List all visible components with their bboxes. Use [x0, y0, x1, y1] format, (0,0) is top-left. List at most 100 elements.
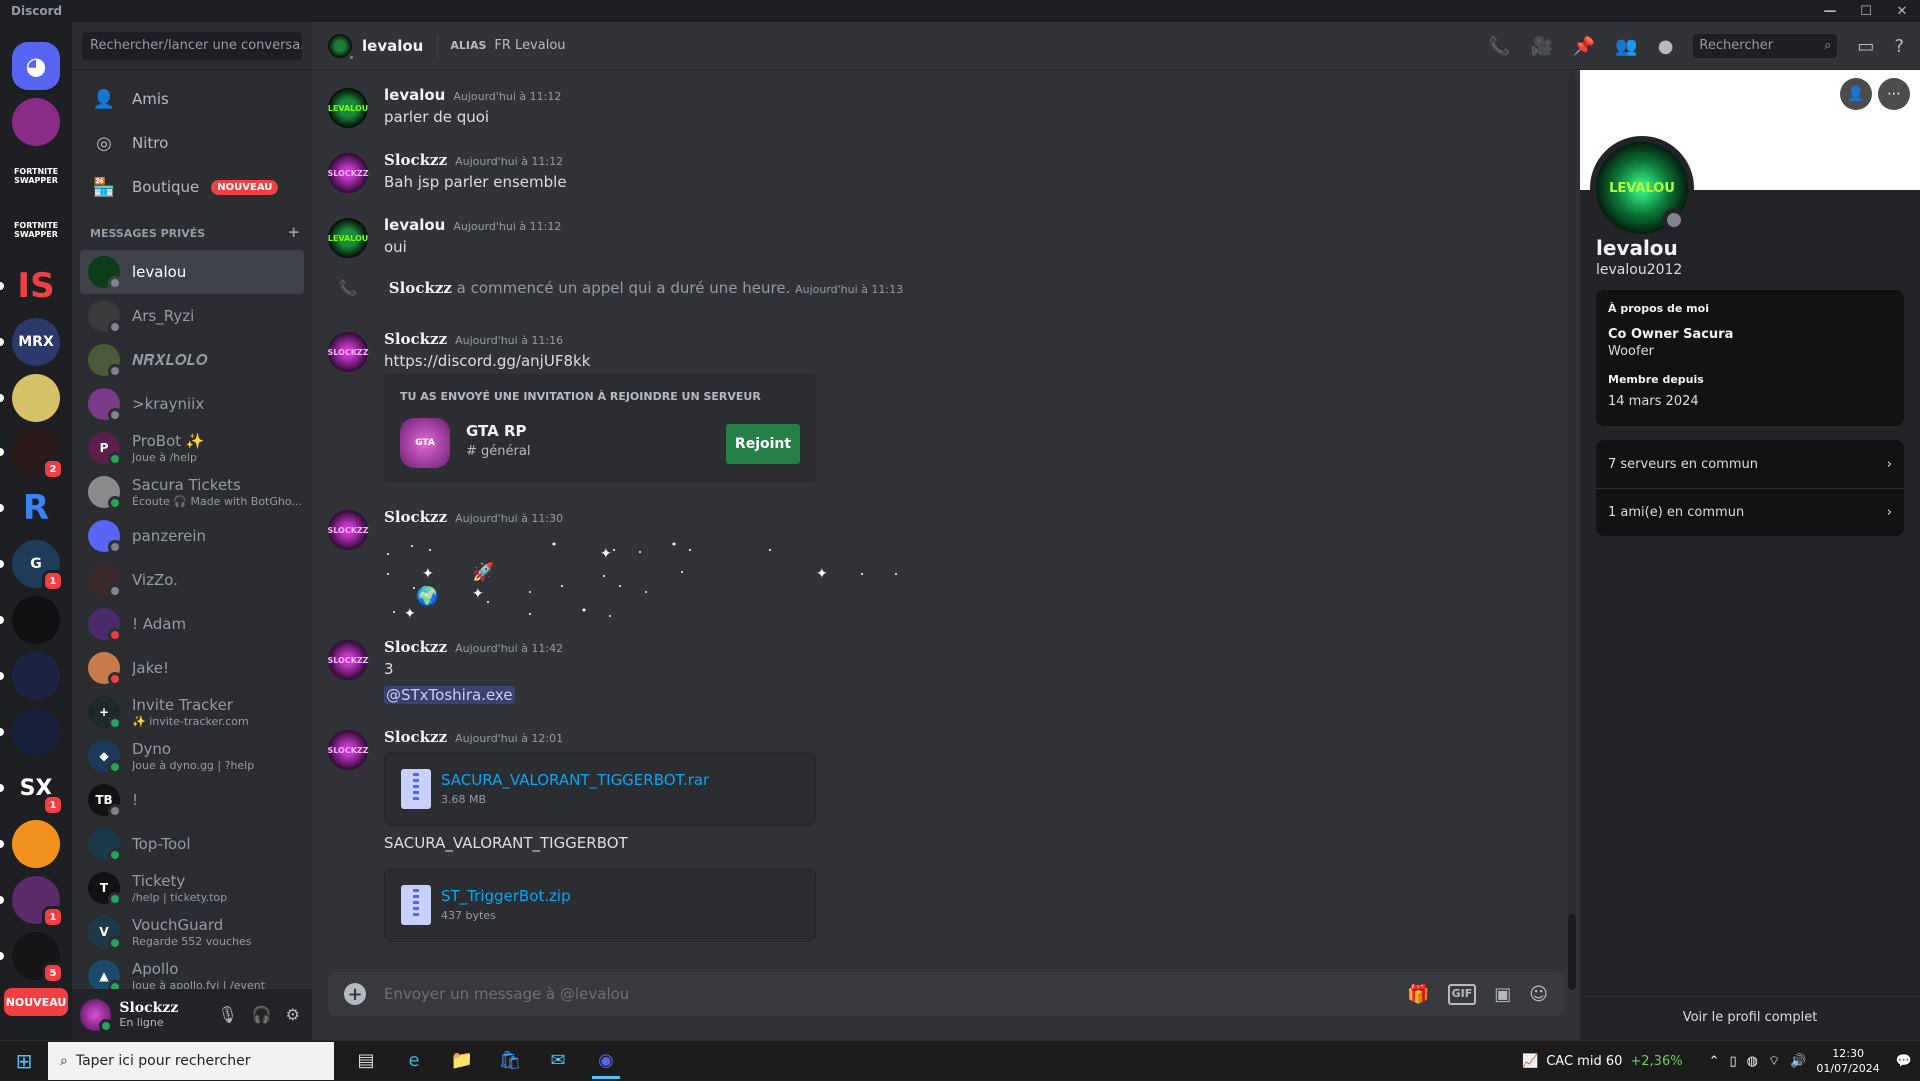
chat-title[interactable]: levalou [362, 37, 423, 55]
server-icon-gta-rp[interactable] [12, 98, 60, 146]
author-name[interactable]: Slockzz [384, 508, 447, 526]
dm-item[interactable]: ◆ Dyno Joue à dyno.gg | ?help [80, 734, 304, 778]
battery-icon[interactable]: ▯ [1729, 1054, 1736, 1069]
clock[interactable]: 12:30 01/07/2024 [1816, 1046, 1879, 1076]
server-icon-orange[interactable] [0, 820, 60, 868]
headphones-icon[interactable]: 🎧 [252, 1005, 272, 1024]
server-icon-home[interactable]: ◕ [12, 42, 60, 90]
help-icon[interactable]: ? [1894, 36, 1904, 57]
dm-item[interactable]: VizZo. [80, 558, 304, 602]
server-icon-star-shield[interactable] [0, 708, 60, 756]
avatar[interactable]: SLOCKZZ [327, 332, 369, 372]
file-name-link[interactable]: ST_TriggerBot.zip [441, 887, 571, 905]
dm-item[interactable]: Ars_Ryzi [80, 294, 304, 338]
join-button[interactable]: Rejoint [726, 424, 800, 464]
scrollbar-thumb[interactable] [1568, 914, 1576, 990]
nav-item-friends[interactable]: 👤 Amis [80, 78, 304, 120]
server-icon-t[interactable]: 5 [0, 932, 64, 984]
avatar[interactable]: SLOCKZZ [327, 153, 369, 193]
file-name-link[interactable]: SACURA_VALORANT_TIGGERBOT.rar [441, 771, 709, 789]
dm-item[interactable]: ! Adam [80, 602, 304, 646]
pin-icon[interactable]: 📌 [1573, 36, 1595, 57]
add-dm-icon[interactable]: + [287, 225, 300, 240]
new-server-badge[interactable]: NOUVEAU [4, 988, 68, 1016]
dm-item[interactable]: TB! [80, 778, 304, 822]
author-name[interactable]: Slockzz [389, 279, 452, 297]
emoji-icon[interactable]: ☺ [1529, 984, 1548, 1005]
stock-widget[interactable]: 📈 CAC mid 60 +2,36% [1522, 1054, 1683, 1069]
microphone-icon[interactable]: 🎙 [217, 1005, 237, 1024]
server-icon-wolf[interactable]: 1 [0, 876, 64, 928]
dm-item[interactable]: Sacura Tickets Écoute 🎧 Made with BotGho.… [80, 470, 304, 514]
dm-item[interactable]: + Invite Tracker ✨ invite-tracker.com [80, 690, 304, 734]
invite-link[interactable]: https://discord.gg/anjUF8kk [384, 352, 590, 370]
user-profile-icon[interactable]: ● [1658, 36, 1674, 57]
add-friend-icon[interactable]: 👥 [1615, 36, 1637, 57]
dm-item[interactable]: panzerein [80, 514, 304, 558]
avatar[interactable]: LEVALOU [328, 88, 368, 128]
voice-call-icon[interactable]: 📞 [1488, 36, 1510, 57]
task-view-icon[interactable]: ▤ [342, 1041, 390, 1081]
chat-search-input[interactable]: Rechercher ⌕ [1693, 34, 1838, 58]
server-icon-sx[interactable]: SX 1 [0, 764, 64, 816]
author-name[interactable]: levalou [384, 216, 445, 234]
network-icon[interactable]: ◍ [1747, 1054, 1758, 1069]
nav-item-shop[interactable]: 🏪 Boutique NOUVEAU [80, 166, 304, 208]
file-explorer-icon[interactable]: 📁 [438, 1041, 486, 1081]
server-icon-mrx[interactable]: MRX [0, 318, 60, 366]
dm-item[interactable]: Top-Tool [80, 822, 304, 866]
dm-item[interactable]: 𝑵𝑹𝑿𝑳𝑶𝑳𝑶 [80, 338, 304, 382]
settings-gear-icon[interactable]: ⚙ [286, 1005, 300, 1024]
dm-item[interactable]: V VouchGuard Regarde 552 vouches [80, 910, 304, 954]
mutual-servers-row[interactable]: 7 serveurs en commun › [1596, 440, 1904, 488]
gif-icon[interactable]: GIF [1447, 983, 1477, 1005]
author-name[interactable]: Slockzz [384, 638, 447, 656]
inbox-icon[interactable]: ▭ [1857, 36, 1874, 57]
dm-item[interactable]: >krayniix [80, 382, 304, 426]
mail-icon[interactable]: ✉ [534, 1041, 582, 1081]
avatar[interactable] [80, 998, 114, 1033]
profile-avatar[interactable]: LEVALOU [1590, 136, 1694, 240]
nav-item-nitro[interactable]: ◎ Nitro [80, 122, 304, 164]
server-icon[interactable]: GTA [400, 418, 450, 468]
more-options-icon[interactable]: ⋯ [1878, 78, 1910, 110]
avatar[interactable]: SLOCKZZ [327, 730, 369, 770]
user-mention[interactable]: @STxToshira.exe [384, 686, 515, 704]
server-icon-g[interactable]: G1 [0, 540, 64, 592]
avatar[interactable]: SLOCKZZ [327, 510, 369, 550]
windows-start-icon[interactable]: ⊞ [0, 1041, 48, 1081]
sticker-icon[interactable]: ▣ [1494, 984, 1511, 1005]
notifications-icon[interactable]: 💬 [1896, 1054, 1912, 1069]
view-full-profile-link[interactable]: Voir le profil complet [1580, 1010, 1920, 1025]
avatar[interactable]: LEVALOU [328, 218, 368, 258]
discord-taskbar-icon[interactable]: ◉ [582, 1041, 630, 1081]
invite-server-name[interactable]: GTA RP [466, 422, 527, 440]
add-attachment-icon[interactable]: + [344, 983, 366, 1005]
server-icon-is[interactable]: IS [0, 262, 60, 310]
author-name[interactable]: Slockzz [384, 151, 447, 169]
dm-item[interactable]: Jake! [80, 646, 304, 690]
author-name[interactable]: Slockzz [384, 728, 447, 746]
mutual-friends-row[interactable]: 1 ami(e) en commun › [1596, 488, 1904, 536]
message-input[interactable]: + Envoyer un message à @levalou 🎁 GIF ▣ … [328, 972, 1564, 1016]
server-icon-fortnite-swapper-1[interactable]: FORTNITE SWAPPER [12, 152, 60, 200]
server-icon-fortnite-swapper-2[interactable]: FORTNITE SWAPPER [12, 206, 60, 254]
server-icon-globe[interactable] [0, 596, 60, 644]
gift-icon[interactable]: 🎁 [1407, 984, 1429, 1005]
dm-item[interactable]: levalou [80, 250, 304, 294]
volume-icon[interactable]: 🔊 [1790, 1054, 1806, 1069]
add-friend-icon[interactable]: 👤 [1840, 78, 1872, 110]
taskbar-search[interactable]: ⌕ Taper ici pour rechercher [48, 1041, 334, 1080]
edge-browser-icon[interactable]: e [390, 1041, 438, 1081]
video-call-icon[interactable]: 🎥 [1530, 36, 1552, 57]
minimize-icon[interactable]: — [1812, 0, 1848, 22]
wifi-icon[interactable]: ⌔ [1768, 1053, 1780, 1069]
server-icon-v-shield[interactable] [0, 652, 60, 700]
store-icon[interactable]: 🛍 [486, 1041, 534, 1081]
server-icon-vr[interactable]: 2 [0, 428, 64, 480]
chevron-up-icon[interactable]: ⌃ [1709, 1054, 1720, 1069]
close-icon[interactable]: ✕ [1884, 0, 1920, 22]
dm-item[interactable]: P ProBot ✨ Joue à /help [80, 426, 304, 470]
author-name[interactable]: levalou [384, 86, 445, 104]
server-icon-r[interactable]: R [0, 484, 60, 532]
